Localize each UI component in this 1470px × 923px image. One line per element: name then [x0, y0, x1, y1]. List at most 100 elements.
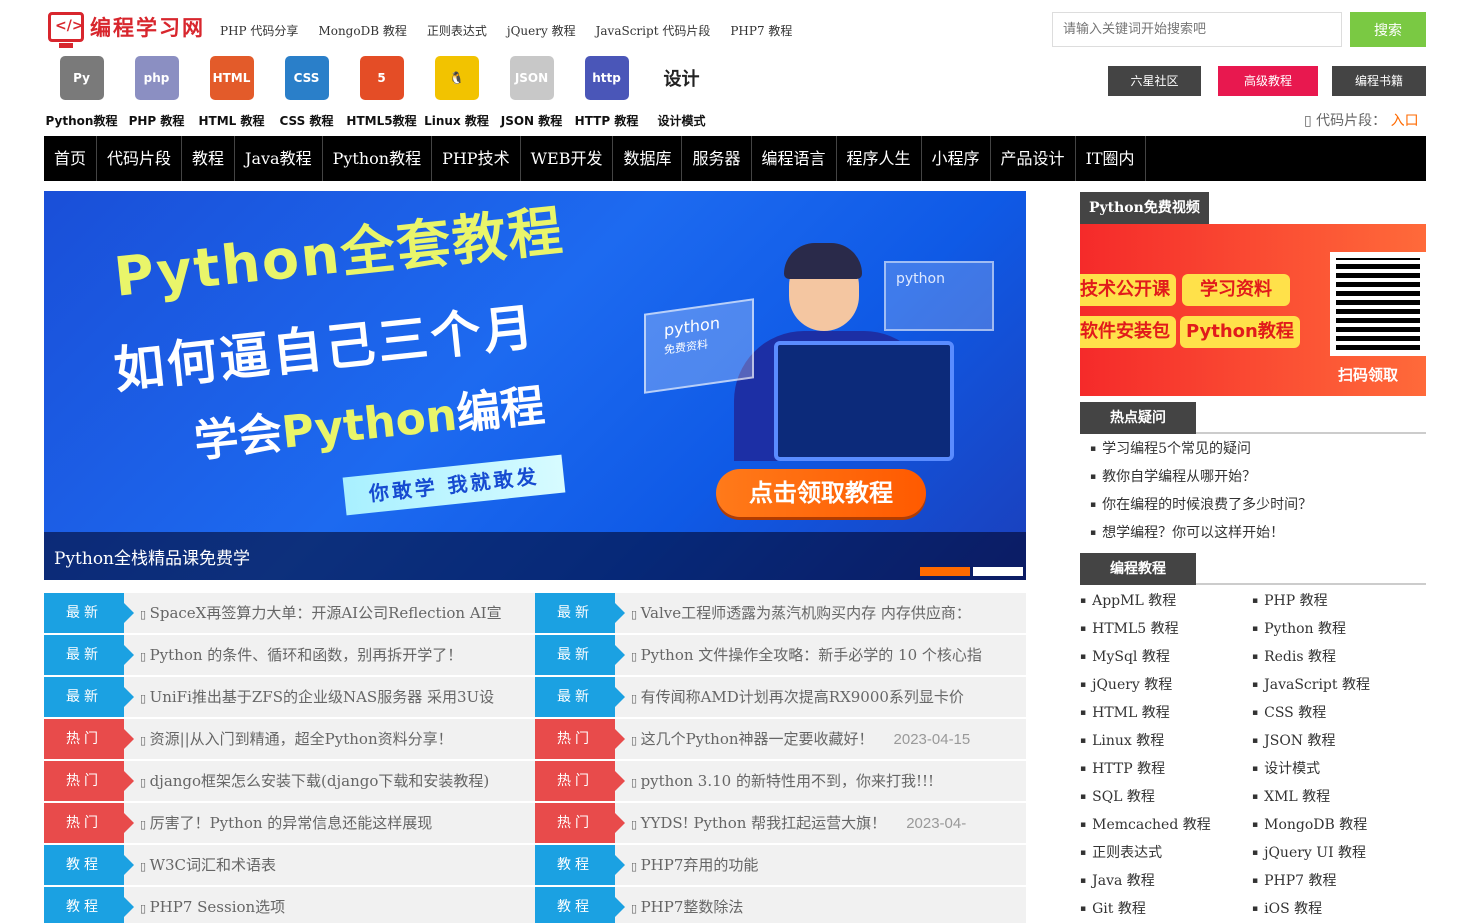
news-title[interactable]: ▯ python 3.10 的新特性用不到，你来打我!!!	[631, 761, 1021, 803]
news-item[interactable]: 热门 ▯ YYDS! Python 帮我扛起运营大旗！ 2023-04-	[535, 803, 1026, 843]
news-item[interactable]: 最新 ▯ SpaceX再签算力大单：开源AI公司Reflection AI宣	[44, 593, 535, 633]
course-link[interactable]: PHP7 教程	[1252, 867, 1336, 895]
news-item[interactable]: 教程 ▯ W3C词汇和术语表	[44, 845, 535, 885]
nav-item[interactable]: 编程语言	[752, 136, 837, 181]
nav-item[interactable]: PHP技术	[432, 136, 521, 181]
nav-item[interactable]: 产品设计	[991, 136, 1076, 181]
tech-link[interactable]: php PHP 教程	[119, 56, 194, 129]
course-link[interactable]: Memcached 教程	[1080, 811, 1211, 839]
course-link[interactable]: Redis 教程	[1252, 643, 1336, 671]
course-link[interactable]: PHP 教程	[1252, 587, 1328, 615]
nav-item[interactable]: 程序人生	[837, 136, 922, 181]
course-link[interactable]: JavaScript 教程	[1252, 671, 1370, 699]
news-item[interactable]: 热门 ▯ django框架怎么安装下载(django下载和安装教程)	[44, 761, 535, 801]
promo-banner[interactable]: 技术公开课 学习资料 软件安装包 Python教程 扫码领取	[1080, 224, 1426, 396]
top-link[interactable]: PHP7 教程	[730, 22, 792, 39]
news-title[interactable]: ▯ W3C词汇和术语表	[140, 845, 530, 887]
hot-question-link[interactable]: 想学编程？你可以这样开始！	[1090, 519, 1312, 547]
news-item[interactable]: 热门 ▯ 资源||从入门到精通，超全Python资料分享！	[44, 719, 535, 759]
course-link[interactable]: Python 教程	[1252, 615, 1346, 643]
carousel-dot-active[interactable]	[920, 567, 970, 576]
nav-item[interactable]: 服务器	[682, 136, 752, 181]
news-title[interactable]: ▯ PHP7 Session选项	[140, 887, 530, 923]
hero-banner[interactable]: python python 免费资料 Python全套教程 如何逼自己三个月 学…	[44, 191, 1026, 580]
top-link[interactable]: PHP 代码分享	[220, 22, 298, 39]
books-button[interactable]: 编程书籍	[1332, 66, 1426, 96]
course-link[interactable]: JSON 教程	[1252, 727, 1335, 755]
top-link[interactable]: jQuery 教程	[507, 22, 576, 39]
nav-item[interactable]: 教程	[182, 136, 236, 181]
news-item[interactable]: 最新 ▯ Python 的条件、循环和函数，别再拆开学了！	[44, 635, 535, 675]
course-link[interactable]: Git 教程	[1080, 895, 1146, 923]
course-link[interactable]: HTML 教程	[1080, 699, 1170, 727]
news-item[interactable]: 最新 ▯ Valve工程师透露为蒸汽机购买内存 内存供应商：	[535, 593, 1026, 633]
news-item[interactable]: 热门 ▯ python 3.10 的新特性用不到，你来打我!!!	[535, 761, 1026, 801]
course-link[interactable]: AppML 教程	[1080, 587, 1176, 615]
news-title[interactable]: ▯ PHP7弃用的功能	[631, 845, 1021, 887]
nav-item[interactable]: 首页	[44, 136, 98, 181]
nav-item[interactable]: Python教程	[323, 136, 433, 181]
tech-link[interactable]: 🐧 Linux 教程	[419, 56, 494, 129]
course-link[interactable]: XML 教程	[1252, 783, 1330, 811]
nav-item[interactable]: IT圈内	[1076, 136, 1146, 181]
news-title[interactable]: ▯ 厉害了！Python 的异常信息还能这样展现	[140, 803, 530, 845]
course-link[interactable]: HTTP 教程	[1080, 755, 1165, 783]
course-link[interactable]: MySql 教程	[1080, 643, 1170, 671]
course-link[interactable]: 正则表达式	[1080, 839, 1162, 867]
hot-question-link[interactable]: 教你自学编程从哪开始？	[1090, 463, 1312, 491]
carousel-dot[interactable]	[973, 567, 1023, 576]
hot-question-link[interactable]: 你在编程的时候浪费了多少时间？	[1090, 491, 1312, 519]
tech-link[interactable]: CSS CSS 教程	[269, 56, 344, 129]
tech-link[interactable]: http HTTP 教程	[569, 56, 644, 129]
top-link[interactable]: MongoDB 教程	[318, 22, 406, 39]
news-title[interactable]: ▯ Python 的条件、循环和函数，别再拆开学了！	[140, 635, 530, 677]
site-logo[interactable]: </> 编程学习网	[48, 12, 205, 48]
advanced-tutorial-button[interactable]: 高级教程	[1218, 66, 1318, 96]
community-button[interactable]: 六星社区	[1108, 66, 1201, 96]
snippet-link[interactable]: 入口	[1391, 113, 1419, 129]
course-link[interactable]: iOS 教程	[1252, 895, 1322, 923]
news-item[interactable]: 教程 ▯ PHP7 Session选项	[44, 887, 535, 923]
news-item[interactable]: 热门 ▯ 这几个Python神器一定要收藏好！ 2023-04-15	[535, 719, 1026, 759]
news-title[interactable]: ▯ 这几个Python神器一定要收藏好！ 2023-04-15	[631, 719, 1021, 761]
course-link[interactable]: jQuery UI 教程	[1252, 839, 1366, 867]
news-item[interactable]: 教程 ▯ PHP7整数除法	[535, 887, 1026, 923]
tech-link[interactable]: 5 HTML5教程	[344, 56, 419, 129]
news-title[interactable]: ▯ 资源||从入门到精通，超全Python资料分享！	[140, 719, 530, 761]
nav-item[interactable]: WEB开发	[521, 136, 614, 181]
tech-link[interactable]: HTML HTML 教程	[194, 56, 269, 129]
search-button[interactable]: 搜索	[1350, 12, 1426, 47]
hot-question-link[interactable]: 学习编程5个常见的疑问	[1090, 435, 1312, 463]
course-link[interactable]: CSS 教程	[1252, 699, 1326, 727]
course-link[interactable]: jQuery 教程	[1080, 671, 1172, 699]
course-link[interactable]: 设计模式	[1252, 755, 1320, 783]
course-link[interactable]: SQL 教程	[1080, 783, 1155, 811]
news-item[interactable]: 最新 ▯ 有传闻称AMD计划再次提高RX9000系列显卡价	[535, 677, 1026, 717]
course-link[interactable]: Java 教程	[1080, 867, 1155, 895]
news-item[interactable]: 热门 ▯ 厉害了！Python 的异常信息还能这样展现	[44, 803, 535, 843]
nav-item[interactable]: 小程序	[922, 136, 991, 181]
course-link[interactable]: Linux 教程	[1080, 727, 1164, 755]
news-title[interactable]: ▯ SpaceX再签算力大单：开源AI公司Reflection AI宣	[140, 593, 530, 635]
top-link[interactable]: 正则表达式	[427, 22, 487, 39]
banner-cta-button[interactable]: 点击领取教程	[716, 469, 926, 517]
nav-item[interactable]: 数据库	[613, 136, 683, 181]
news-title[interactable]: ▯ UniFi推出基于ZFS的企业级NAS服务器 采用3U设	[140, 677, 530, 719]
news-title[interactable]: ▯ 有传闻称AMD计划再次提高RX9000系列显卡价	[631, 677, 1021, 719]
nav-item[interactable]: 代码片段	[97, 136, 183, 181]
news-title[interactable]: ▯ YYDS! Python 帮我扛起运营大旗！ 2023-04-	[631, 803, 1021, 845]
news-title[interactable]: ▯ Python 文件操作全攻略：新手必学的 10 个核心指	[631, 635, 1021, 677]
top-link[interactable]: JavaScript 代码片段	[596, 22, 711, 39]
news-item[interactable]: 最新 ▯ UniFi推出基于ZFS的企业级NAS服务器 采用3U设	[44, 677, 535, 717]
search-input[interactable]	[1052, 12, 1342, 47]
tech-link[interactable]: JSON JSON 教程	[494, 56, 569, 129]
news-title[interactable]: ▯ Valve工程师透露为蒸汽机购买内存 内存供应商：	[631, 593, 1021, 635]
tech-link[interactable]: 设计 设计模式	[644, 56, 719, 129]
news-title[interactable]: ▯ PHP7整数除法	[631, 887, 1021, 923]
nav-item[interactable]: Java教程	[235, 136, 323, 181]
tech-link[interactable]: Py Python教程	[44, 56, 119, 129]
course-link[interactable]: MongoDB 教程	[1252, 811, 1367, 839]
course-link[interactable]: HTML5 教程	[1080, 615, 1179, 643]
news-item[interactable]: 教程 ▯ PHP7弃用的功能	[535, 845, 1026, 885]
news-title[interactable]: ▯ django框架怎么安装下载(django下载和安装教程)	[140, 761, 530, 803]
